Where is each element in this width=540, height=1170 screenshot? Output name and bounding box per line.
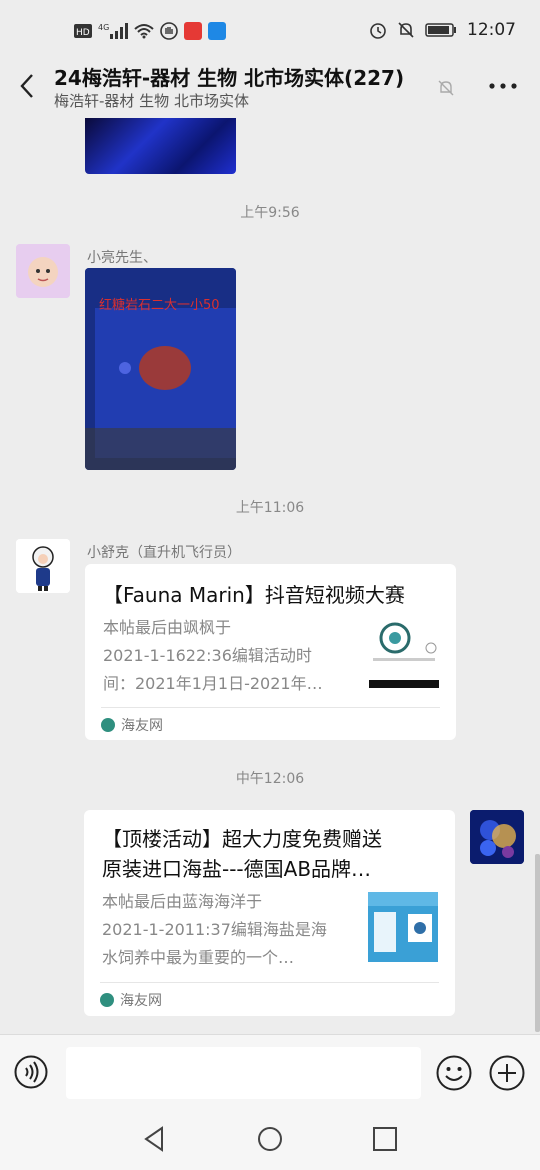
group-title: 24梅浩轩-器材 生物 北市场实体(227) (54, 66, 405, 90)
hd-icon: HD (74, 24, 92, 38)
hand-app-icon (160, 22, 178, 40)
card-source-label: 海友网 (120, 993, 162, 1009)
card-source: 海友网 (100, 990, 162, 1010)
group-subtitle: 梅浩轩-器材 生物 北市场实体 (54, 92, 249, 110)
nav-recents-icon[interactable] (370, 1124, 400, 1154)
chat-area[interactable]: 上午9:56 小亮先生、 红糖岩石二大一小50 上午11:06 小舒克（直升机飞… (0, 118, 540, 1034)
card-description-line: 2021-1-1622:36编辑活动时 (103, 646, 312, 665)
notifications-off-icon (398, 22, 414, 38)
wifi-icon (134, 24, 154, 39)
mute-bell-icon (438, 80, 454, 96)
clock: 12:07 (467, 20, 516, 40)
scrollbar[interactable] (535, 854, 540, 1032)
svg-text:4G: 4G (98, 23, 109, 32)
haiyou-logo-icon (100, 993, 114, 1007)
link-card[interactable]: 【顶楼活动】超大力度免费赠送 原装进口海盐---德国AB品牌… 本帖最后由蓝海海… (84, 810, 455, 1016)
blue-app-icon (208, 22, 226, 40)
battery-icon (425, 23, 456, 37)
self-avatar[interactable] (470, 810, 524, 864)
card-source-label: 海友网 (121, 718, 163, 734)
card-description-line: 水饲养中最为重要的一个… (102, 948, 295, 967)
input-bar (0, 1034, 540, 1111)
status-left-icons: HD 4G (74, 22, 226, 40)
message-input[interactable] (66, 1047, 421, 1099)
timestamp: 上午11:06 (235, 500, 305, 516)
card-thumbnail (369, 618, 439, 688)
4g-signal-icon: 4G (98, 23, 128, 39)
link-card[interactable]: 【Fauna Marin】抖音短视频大赛 本帖最后由飒枫于 2021-1-162… (85, 564, 456, 740)
card-title-line: 原装进口海盐---德国AB品牌… (102, 857, 372, 881)
card-title-line: 【顶楼活动】超大力度免费赠送 (102, 827, 382, 851)
red-app-icon (184, 22, 202, 40)
sender-name: 小舒克（直升机飞行员） (87, 545, 241, 561)
card-description-line: 本帖最后由飒枫于 (103, 618, 232, 637)
card-description-line: 2021-1-2011:37编辑海盐是海 (102, 920, 327, 939)
sender-name: 小亮先生、 (87, 250, 157, 266)
plus-icon[interactable] (489, 1055, 525, 1091)
system-nav-bar (0, 1110, 540, 1170)
card-divider (100, 982, 439, 983)
avatar[interactable] (16, 244, 70, 298)
avatar[interactable] (16, 539, 70, 593)
chat-header: 24梅浩轩-器材 生物 北市场实体(227) 梅浩轩-器材 生物 北市场实体 (0, 60, 540, 118)
image-caption: 红糖岩石二大一小50 (99, 298, 220, 313)
alarm-icon (370, 23, 386, 39)
card-divider (101, 707, 440, 708)
voice-input-icon[interactable] (14, 1055, 48, 1089)
status-bar: HD 4G 12:07 (0, 0, 540, 64)
card-title: 【Fauna Marin】抖音短视频大赛 (103, 583, 405, 607)
previous-image-message[interactable] (85, 118, 236, 174)
svg-text:HD: HD (76, 28, 90, 38)
image-message[interactable]: 红糖岩石二大一小50 (85, 268, 236, 470)
nav-back-icon[interactable] (140, 1124, 170, 1154)
emoji-icon[interactable] (436, 1055, 472, 1091)
status-right: 12:07 (369, 20, 516, 40)
timestamp: 中午12:06 (235, 771, 305, 787)
card-description-line: 本帖最后由蓝海海洋于 (102, 892, 263, 911)
card-thumbnail (368, 892, 438, 962)
timestamp: 上午9:56 (240, 205, 300, 221)
card-description-line: 间：2021年1月1日-2021年… (103, 674, 323, 693)
card-source: 海友网 (101, 715, 163, 735)
more-options-icon[interactable] (488, 74, 518, 98)
haiyou-logo-icon (101, 718, 115, 732)
nav-home-icon[interactable] (255, 1124, 285, 1154)
back-arrow-icon[interactable] (14, 70, 42, 102)
